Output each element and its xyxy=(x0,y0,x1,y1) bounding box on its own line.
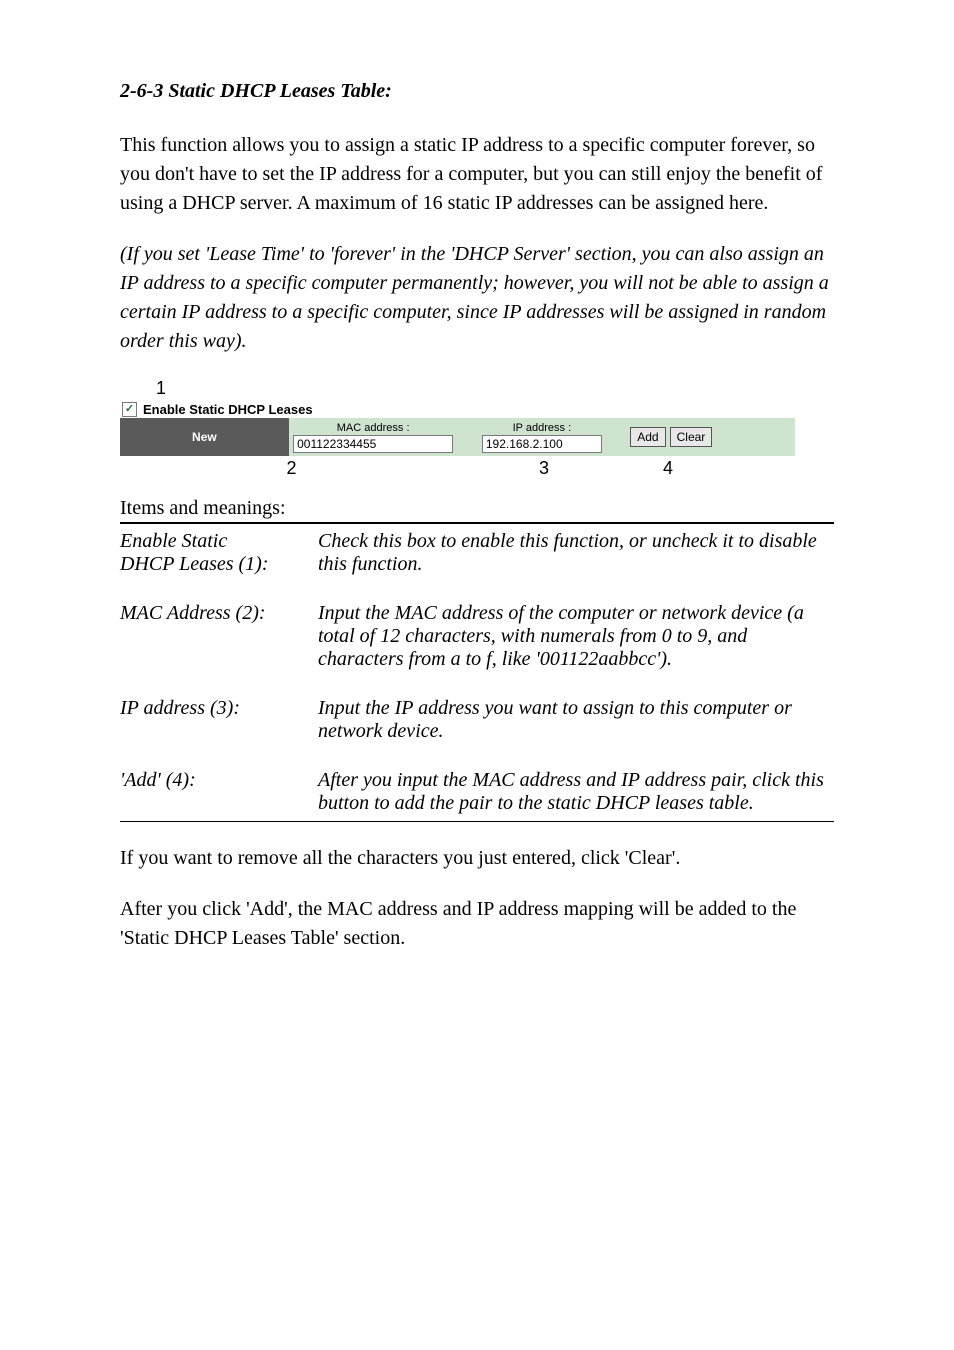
enable-static-dhcp-checkbox[interactable]: ✓ xyxy=(122,402,137,417)
callout-number-2: 2 xyxy=(154,458,429,479)
add-button[interactable]: Add xyxy=(630,427,665,447)
callout-number-3: 3 xyxy=(429,458,659,479)
ip-address-input[interactable] xyxy=(482,435,602,453)
def-term: IP address (3): xyxy=(120,691,318,749)
def-desc: Check this box to enable this function, … xyxy=(318,524,834,583)
callout-number-1: 1 xyxy=(156,378,834,399)
callout-number-4: 4 xyxy=(659,458,799,479)
add-note-paragraph: After you click 'Add', the MAC address a… xyxy=(120,895,834,953)
new-row-badge: New xyxy=(120,418,289,456)
def-desc: Input the IP address you want to assign … xyxy=(318,691,834,749)
def-term: MAC Address (2): xyxy=(120,596,318,677)
items-and-meanings-table: Enable Static DHCP Leases (1): Check thi… xyxy=(120,523,834,822)
def-desc: Input the MAC address of the computer or… xyxy=(318,596,834,677)
mac-address-label: MAC address : xyxy=(337,422,410,434)
items-and-meanings-heading: Items and meanings: xyxy=(120,497,834,523)
def-desc: After you input the MAC address and IP a… xyxy=(318,763,834,822)
mac-address-input[interactable] xyxy=(293,435,453,453)
static-dhcp-leases-ui: 1 ✓ Enable Static DHCP Leases New MAC ad… xyxy=(120,378,834,479)
intro-paragraph-1: This function allows you to assign a sta… xyxy=(120,131,834,218)
intro-paragraph-2: (If you set 'Lease Time' to 'forever' in… xyxy=(120,240,834,356)
def-term: 'Add' (4): xyxy=(120,763,318,822)
clear-note-paragraph: If you want to remove all the characters… xyxy=(120,844,834,873)
section-title: 2-6-3 Static DHCP Leases Table: xyxy=(120,80,834,103)
enable-static-dhcp-label: Enable Static DHCP Leases xyxy=(143,402,313,417)
def-term: DHCP Leases (1): xyxy=(120,553,310,576)
ip-address-label: IP address : xyxy=(513,422,572,434)
def-term: Enable Static xyxy=(120,530,310,553)
clear-button[interactable]: Clear xyxy=(670,427,713,447)
